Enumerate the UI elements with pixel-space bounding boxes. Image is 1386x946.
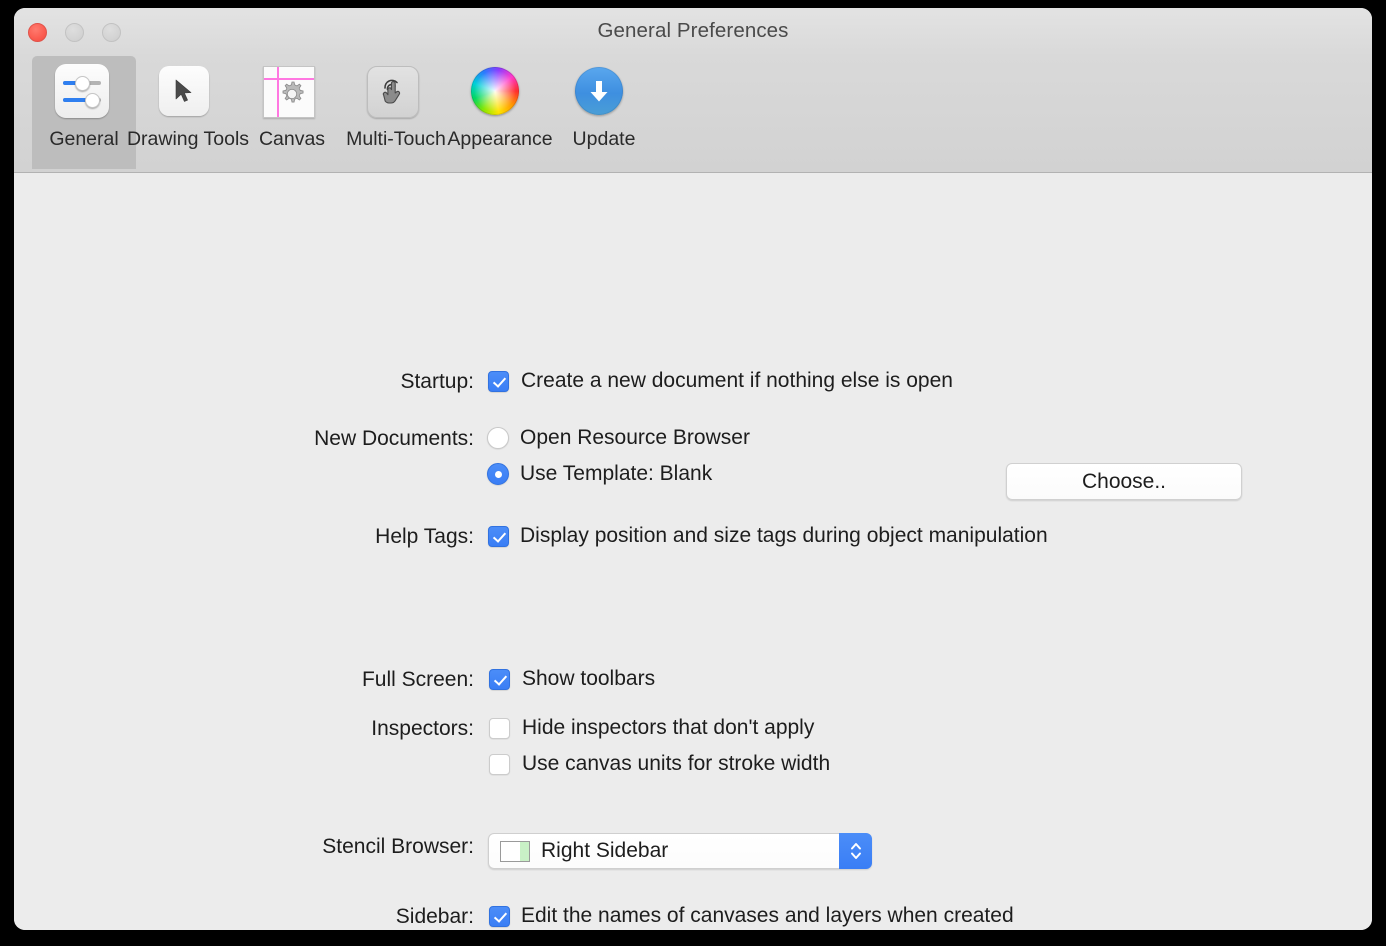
hide-inspectors-checkbox[interactable] <box>489 717 510 739</box>
open-resource-browser-label: Open Resource Browser <box>520 426 750 449</box>
sliders-icon <box>55 62 113 120</box>
preferences-content: Startup: Create a new document if nothin… <box>14 173 1372 930</box>
color-wheel-icon <box>471 62 529 120</box>
canvas-units-checkbox[interactable] <box>489 753 510 775</box>
startup-checkbox-label: Create a new document if nothing else is… <box>521 369 953 392</box>
stencil-browser-label-wrap: Stencil Browser: <box>14 835 474 859</box>
edit-names-checkbox[interactable] <box>489 905 510 927</box>
inspectors-label: Inspectors: <box>371 717 474 740</box>
open-resource-browser-radio[interactable] <box>487 427 509 449</box>
tab-drawing-tools[interactable]: Drawing Tools <box>127 56 249 169</box>
right-sidebar-icon <box>500 840 530 862</box>
new-documents-option-template[interactable]: Use Template: Blank <box>487 462 712 486</box>
tab-update[interactable]: Update <box>552 56 656 169</box>
startup-label-wrap: Startup: <box>14 370 474 394</box>
tab-general-label: General <box>49 128 119 150</box>
use-template-radio[interactable] <box>487 463 509 485</box>
cursor-arrow-icon <box>159 62 217 120</box>
tab-appearance-label: Appearance <box>447 128 553 150</box>
canvas-units-label: Use canvas units for stroke width <box>522 752 831 775</box>
tab-multi-touch-label: Multi-Touch <box>346 128 446 150</box>
stencil-browser-value: Right Sidebar <box>541 839 669 862</box>
sidebar-label: Sidebar: <box>395 905 474 928</box>
stencil-browser-popup[interactable]: Right Sidebar <box>488 833 872 869</box>
new-documents-option-browser[interactable]: Open Resource Browser <box>487 426 750 450</box>
full-screen-row: Show toolbars <box>489 667 655 691</box>
sidebar-row: Edit the names of canvases and layers wh… <box>489 904 1014 928</box>
startup-checkbox[interactable] <box>488 370 509 392</box>
help-tags-label: Help Tags: <box>375 525 474 548</box>
tab-canvas-label: Canvas <box>258 128 326 150</box>
hide-inspectors-label: Hide inspectors that don't apply <box>522 716 815 739</box>
help-tags-checkbox-label: Display position and size tags during ob… <box>520 524 1048 547</box>
tab-canvas[interactable]: Canvas <box>240 56 344 169</box>
window-titlebar: General Preferences <box>14 8 1372 56</box>
inspectors-row-1: Hide inspectors that don't apply <box>489 716 814 740</box>
sidebar-label-wrap: Sidebar: <box>14 905 474 929</box>
window-title: General Preferences <box>597 19 789 42</box>
tab-appearance[interactable]: Appearance <box>447 56 553 169</box>
choose-template-button[interactable]: Choose.. <box>1006 463 1242 500</box>
preferences-window: General Preferences General Drawing Tool… <box>14 8 1372 930</box>
show-toolbars-label: Show toolbars <box>522 667 656 690</box>
preferences-toolbar: General Drawing Tools Canvas Multi-Touch… <box>14 56 1372 173</box>
use-template-label: Use Template: Blank <box>520 462 713 485</box>
full-screen-label: Full Screen: <box>361 668 474 691</box>
stencil-browser-label: Stencil Browser: <box>322 835 474 858</box>
help-tags-label-wrap: Help Tags: <box>14 525 474 549</box>
help-tags-checkbox[interactable] <box>488 525 509 547</box>
inspectors-row-2: Use canvas units for stroke width <box>489 752 830 776</box>
tab-update-label: Update <box>572 128 636 150</box>
inspectors-label-wrap: Inspectors: <box>14 717 474 741</box>
download-arrow-icon <box>575 62 633 120</box>
startup-row: Create a new document if nothing else is… <box>488 369 953 393</box>
touch-hand-icon <box>367 62 425 120</box>
tab-general[interactable]: General <box>32 56 136 169</box>
tab-multi-touch[interactable]: Multi-Touch <box>344 56 448 169</box>
new-documents-label: New Documents: <box>314 427 474 450</box>
tab-drawing-tools-label: Drawing Tools <box>126 128 250 150</box>
canvas-gear-icon <box>263 62 321 120</box>
help-tags-row: Display position and size tags during ob… <box>488 524 1048 548</box>
chevron-updown-icon[interactable] <box>839 833 872 869</box>
edit-names-label: Edit the names of canvases and layers wh… <box>521 904 1014 927</box>
show-toolbars-checkbox[interactable] <box>489 668 510 690</box>
startup-label: Startup: <box>400 370 474 393</box>
new-documents-label-wrap: New Documents: <box>14 427 474 451</box>
full-screen-label-wrap: Full Screen: <box>14 668 474 692</box>
